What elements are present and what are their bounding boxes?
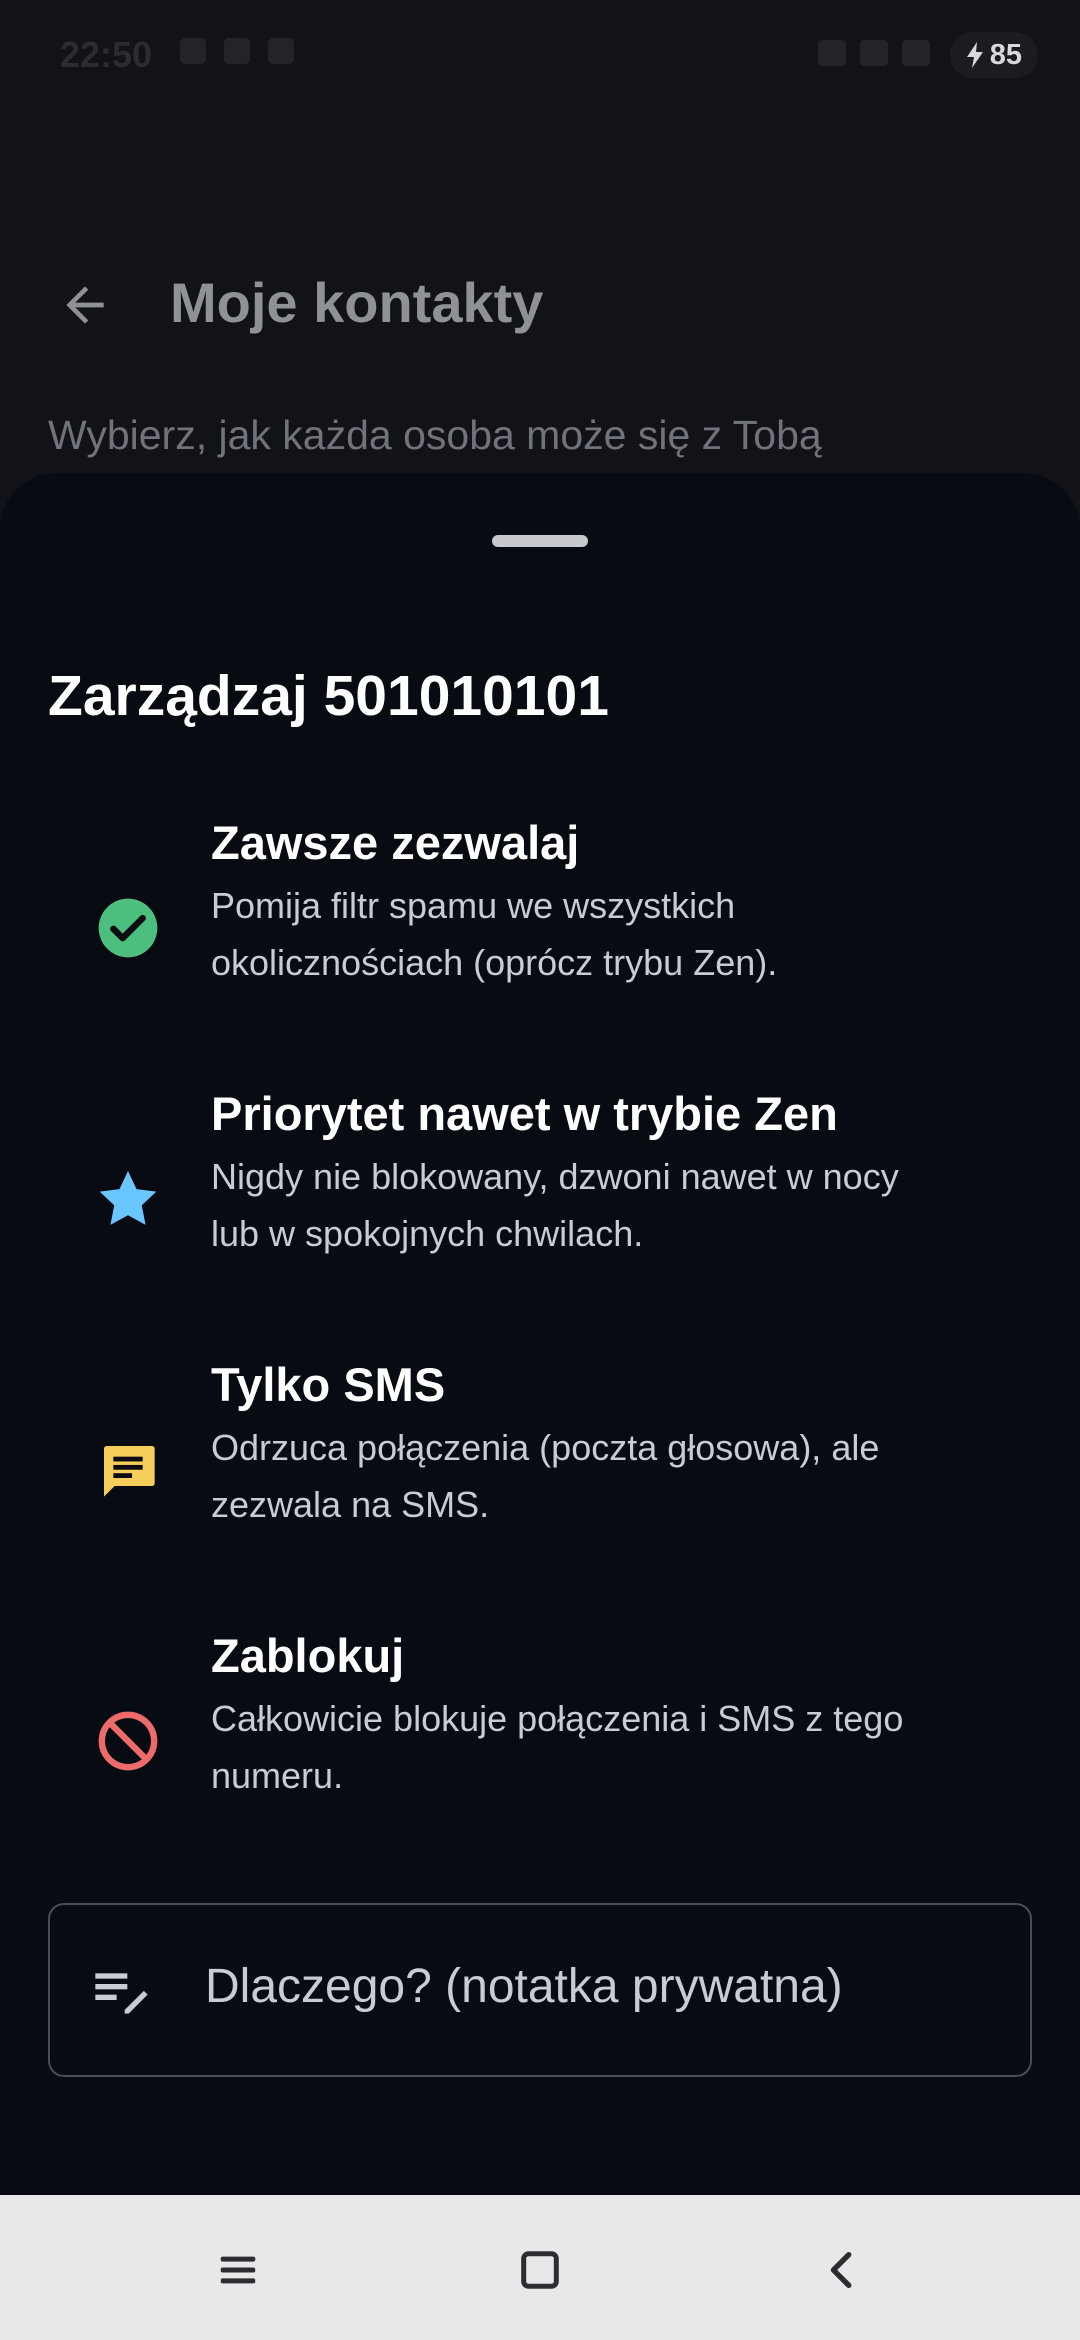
option-block[interactable]: Zablokuj Całkowicie blokuje połączenia i… xyxy=(48,1626,1038,1856)
system-icons xyxy=(818,40,930,66)
recents-button[interactable] xyxy=(203,2235,273,2305)
vibrate-icon xyxy=(818,40,846,66)
option-always-allow[interactable]: Zawsze zezwalaj Pomija filtr spamu we ws… xyxy=(48,813,1038,1043)
option-description: Całkowicie blokuje połączenia i SMS z te… xyxy=(211,1698,904,1796)
private-note-field[interactable]: Dlaczego? (notatka prywatna) xyxy=(48,1903,1032,2077)
notification-icon xyxy=(180,38,206,64)
option-title: Tylko SMS xyxy=(211,1358,446,1411)
top-app-bar: Moje kontakty xyxy=(0,230,1080,370)
star-icon xyxy=(93,1084,163,1314)
notification-icon xyxy=(268,38,294,64)
option-title: Priorytet nawet w trybie Zen xyxy=(211,1087,838,1140)
bottom-sheet: Zarządzaj 501010101 Zawsze zezwalaj Pomi… xyxy=(0,473,1080,2195)
battery-indicator: 85 xyxy=(949,32,1038,78)
note-placeholder: Dlaczego? (notatka prywatna) xyxy=(205,1960,843,2013)
option-description: Nigdy nie blokowany, dzwoni nawet w nocy… xyxy=(211,1156,899,1254)
page-subtitle: Wybierz, jak każda osoba może się z Tobą xyxy=(48,412,822,458)
screen: 22:50 85 Moje kontakty Wybierz, jak każd… xyxy=(0,0,1080,2340)
message-icon xyxy=(93,1355,163,1585)
option-title: Zawsze zezwalaj xyxy=(211,816,580,869)
edit-note-icon xyxy=(90,1960,154,2024)
option-title: Zablokuj xyxy=(211,1629,405,1682)
back-nav-button[interactable] xyxy=(808,2235,878,2305)
option-sms-only[interactable]: Tylko SMS Odrzuca połączenia (poczta gło… xyxy=(48,1355,1038,1585)
back-button[interactable] xyxy=(40,260,130,350)
system-navigation-bar xyxy=(0,2195,1080,2340)
battery-level: 85 xyxy=(989,38,1022,71)
arrow-back-icon xyxy=(66,286,104,324)
menu-icon xyxy=(220,2256,256,2284)
signal-icon xyxy=(902,40,930,66)
sheet-title: Zarządzaj 501010101 xyxy=(48,664,609,728)
option-description: Odrzuca połączenia (poczta głosowa), ale… xyxy=(211,1427,880,1525)
square-icon xyxy=(521,2251,559,2289)
status-bar: 22:50 85 xyxy=(0,0,1080,110)
charging-icon xyxy=(966,42,983,68)
page-title: Moje kontakty xyxy=(170,271,544,334)
option-description: Pomija filtr spamu we wszystkich okolicz… xyxy=(211,885,778,983)
notification-icons xyxy=(180,38,294,64)
drag-handle[interactable] xyxy=(492,535,588,547)
chevron-left-icon xyxy=(830,2251,852,2289)
wifi-icon xyxy=(860,40,888,66)
home-button[interactable] xyxy=(505,2235,575,2305)
notification-icon xyxy=(224,38,250,64)
check-circle-icon xyxy=(93,813,163,1043)
status-time: 22:50 xyxy=(60,34,153,75)
block-icon xyxy=(93,1626,163,1856)
option-priority-zen[interactable]: Priorytet nawet w trybie Zen Nigdy nie b… xyxy=(48,1084,1038,1314)
